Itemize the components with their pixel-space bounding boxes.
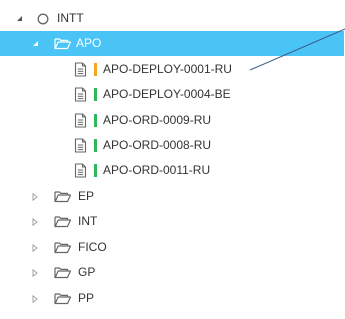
tree-node-apo[interactable]: APO (0, 31, 344, 56)
caret-collapsed-icon[interactable] (30, 260, 40, 285)
folder-open-icon (54, 31, 72, 56)
status-indicator (94, 114, 97, 127)
folder-open-icon (54, 286, 72, 311)
tree-document-item[interactable]: APO-ORD-0011-RU (0, 158, 345, 183)
folder-open-icon (54, 235, 72, 260)
folder-open-icon (54, 260, 72, 285)
tree-document-item[interactable]: APO-DEPLOY-0004-BE (0, 82, 345, 107)
tree-document-item[interactable]: APO-DEPLOY-0001-RU (0, 57, 345, 82)
tree-view: INTT APO APO-DEPLOY-0001-RU APO-DEPLOY-00… (0, 0, 345, 319)
document-icon (74, 108, 87, 133)
circle-icon (37, 6, 49, 31)
document-icon (74, 158, 87, 183)
tree-document-label: APO-ORD-0009-RU (103, 113, 212, 127)
tree-node-label: INT (78, 214, 98, 228)
status-indicator (94, 88, 97, 101)
document-icon (74, 82, 87, 107)
tree-document-label: APO-DEPLOY-0001-RU (103, 62, 232, 76)
status-indicator (94, 63, 97, 76)
caret-collapsed-icon[interactable] (30, 184, 40, 209)
caret-collapsed-icon[interactable] (30, 209, 40, 234)
tree-node-label: APO (76, 36, 102, 50)
tree-node-label: PP (78, 291, 95, 305)
tree-node-folder[interactable]: INT (0, 209, 345, 234)
tree-node-folder[interactable]: GP (0, 260, 345, 285)
caret-collapsed-icon[interactable] (30, 286, 40, 311)
tree-node-label: INTT (57, 11, 84, 25)
status-indicator (94, 139, 97, 152)
tree-document-label: APO-ORD-0011-RU (103, 163, 211, 177)
caret-expanded-icon[interactable] (14, 6, 24, 31)
tree-node-label: FICO (78, 240, 107, 254)
tree-node-intt[interactable]: INTT (0, 6, 345, 31)
caret-collapsed-icon[interactable] (30, 235, 40, 260)
document-icon (74, 57, 87, 82)
tree-node-folder[interactable]: EP (0, 184, 345, 209)
tree-node-folder[interactable]: PP (0, 286, 345, 311)
tree-document-item[interactable]: APO-ORD-0009-RU (0, 108, 345, 133)
tree-document-label: APO-DEPLOY-0004-BE (103, 87, 231, 101)
folder-open-icon (54, 184, 72, 209)
tree-document-item[interactable]: APO-ORD-0008-RU (0, 133, 345, 158)
tree-node-label: EP (78, 189, 95, 203)
status-indicator (94, 164, 97, 177)
tree-node-folder[interactable]: FICO (0, 235, 345, 260)
tree-node-label: GP (78, 265, 96, 279)
folder-open-icon (54, 209, 72, 234)
document-icon (74, 133, 87, 158)
caret-expanded-icon[interactable] (30, 31, 40, 56)
tree-document-label: APO-ORD-0008-RU (103, 138, 212, 152)
